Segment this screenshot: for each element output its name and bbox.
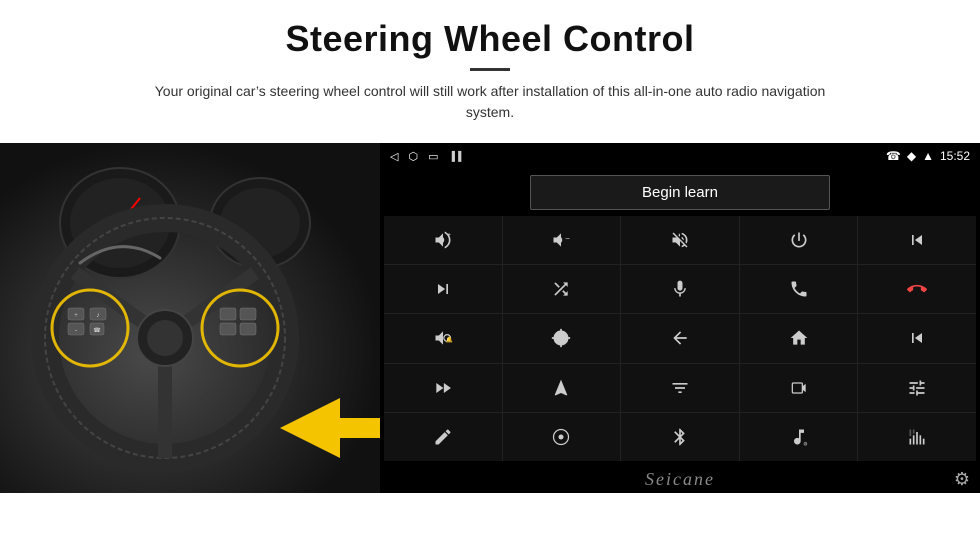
ctrl-home-nav[interactable] — [740, 314, 858, 362]
ctrl-mic[interactable] — [621, 265, 739, 313]
ctrl-vol-up[interactable]: + — [384, 216, 502, 264]
title-divider — [470, 68, 510, 71]
signal-icon: ▐▐ — [448, 151, 461, 161]
page-title: Steering Wheel Control — [140, 18, 840, 60]
ctrl-pen[interactable] — [384, 413, 502, 461]
ctrl-record[interactable] — [740, 364, 858, 412]
svg-text:☎: ☎ — [93, 327, 101, 334]
ctrl-prev-track[interactable] — [858, 216, 976, 264]
bottom-bar: Seicane ⚙ — [380, 465, 980, 493]
wifi-status-icon: ▲ — [922, 149, 934, 163]
back-nav-icon[interactable]: ◁ — [390, 150, 398, 163]
ctrl-eq[interactable] — [621, 364, 739, 412]
svg-text:🔔: 🔔 — [445, 336, 452, 344]
page-wrapper: Steering Wheel Control Your original car… — [0, 0, 980, 544]
controls-grid: + − — [384, 216, 976, 461]
home-nav-icon[interactable]: ⬡ — [408, 150, 418, 163]
status-bar: ◁ ⬡ ▭ ▐▐ ☎ ◆ ▲ 15:52 — [380, 143, 980, 169]
clock: 15:52 — [940, 149, 970, 163]
ctrl-vol-down[interactable]: − — [503, 216, 621, 264]
status-right: ☎ ◆ ▲ 15:52 — [886, 149, 970, 163]
ctrl-horn[interactable]: 🔔 — [384, 314, 502, 362]
ctrl-phone[interactable] — [740, 265, 858, 313]
svg-text:−: − — [566, 234, 571, 244]
recent-nav-icon[interactable]: ▭ — [428, 150, 438, 163]
ctrl-360-cam[interactable]: 360° — [503, 314, 621, 362]
ctrl-fast-fwd[interactable] — [384, 364, 502, 412]
ctrl-hang-up[interactable] — [858, 265, 976, 313]
steering-bg: + - ♪ ☎ — [0, 143, 380, 493]
begin-learn-button[interactable]: Begin learn — [530, 175, 830, 210]
location-status-icon: ◆ — [907, 149, 916, 163]
svg-text:⚙: ⚙ — [803, 441, 808, 447]
ctrl-mute[interactable] — [621, 216, 739, 264]
ctrl-settings-eq[interactable] — [858, 364, 976, 412]
svg-text:♪: ♪ — [96, 311, 100, 319]
svg-text:+: + — [447, 232, 451, 239]
page-subtitle: Your original car’s steering wheel contr… — [140, 81, 840, 123]
ctrl-next-track[interactable] — [384, 265, 502, 313]
svg-text:+: + — [74, 311, 78, 319]
content-row: + - ♪ ☎ — [0, 143, 980, 493]
svg-text:360°: 360° — [557, 336, 566, 341]
gear-icon[interactable]: ⚙ — [954, 469, 970, 489]
ctrl-back-nav[interactable] — [621, 314, 739, 362]
steering-wheel-svg: + - ♪ ☎ — [0, 143, 380, 493]
ctrl-bluetooth[interactable] — [621, 413, 739, 461]
status-left: ◁ ⬡ ▭ ▐▐ — [390, 150, 461, 163]
ctrl-shuffle[interactable] — [503, 265, 621, 313]
android-panel: ◁ ⬡ ▭ ▐▐ ☎ ◆ ▲ 15:52 Begin learn — [380, 143, 980, 493]
ctrl-music[interactable]: ⚙ — [740, 413, 858, 461]
title-section: Steering Wheel Control Your original car… — [140, 18, 840, 137]
begin-learn-row: Begin learn — [380, 169, 980, 216]
phone-status-icon: ☎ — [886, 149, 901, 163]
seicane-logo: Seicane — [583, 469, 776, 490]
ctrl-circle-menu[interactable] — [503, 413, 621, 461]
ctrl-skip-back[interactable] — [858, 314, 976, 362]
ctrl-power[interactable] — [740, 216, 858, 264]
ctrl-levels[interactable] — [858, 413, 976, 461]
steering-wheel-image: + - ♪ ☎ — [0, 143, 380, 493]
ctrl-navigate[interactable] — [503, 364, 621, 412]
